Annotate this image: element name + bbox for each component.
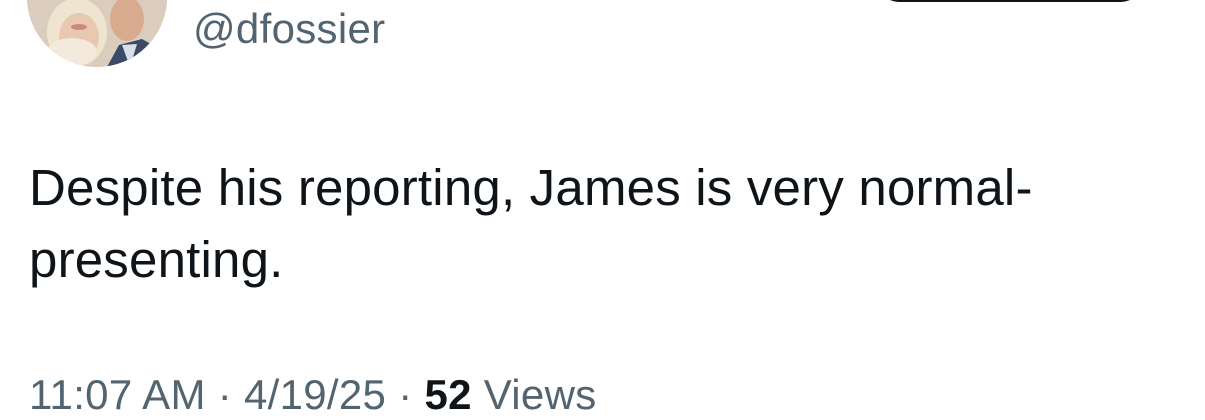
tweet-date[interactable]: 4/19/25 [244, 371, 386, 418]
avatar[interactable] [27, 0, 167, 67]
avatar-photo [27, 0, 167, 67]
tweet-text-line: presenting. [29, 231, 284, 288]
separator-dot: · [205, 371, 244, 418]
follow-button[interactable] [878, 0, 1142, 2]
tweet-text-line: Despite his reporting, James is very nor… [29, 159, 1033, 216]
views-count: 52 [424, 371, 472, 418]
views-label: Views [471, 371, 597, 418]
user-handle[interactable]: @dfossier [193, 4, 385, 54]
tweet-text: Despite his reporting, James is very nor… [29, 152, 1129, 296]
tweet-time[interactable]: 11:07 AM [29, 371, 206, 418]
tweet-meta: 11:07 AM · 4/19/25 · 52 Views [29, 370, 597, 420]
separator-dot: · [386, 371, 425, 418]
